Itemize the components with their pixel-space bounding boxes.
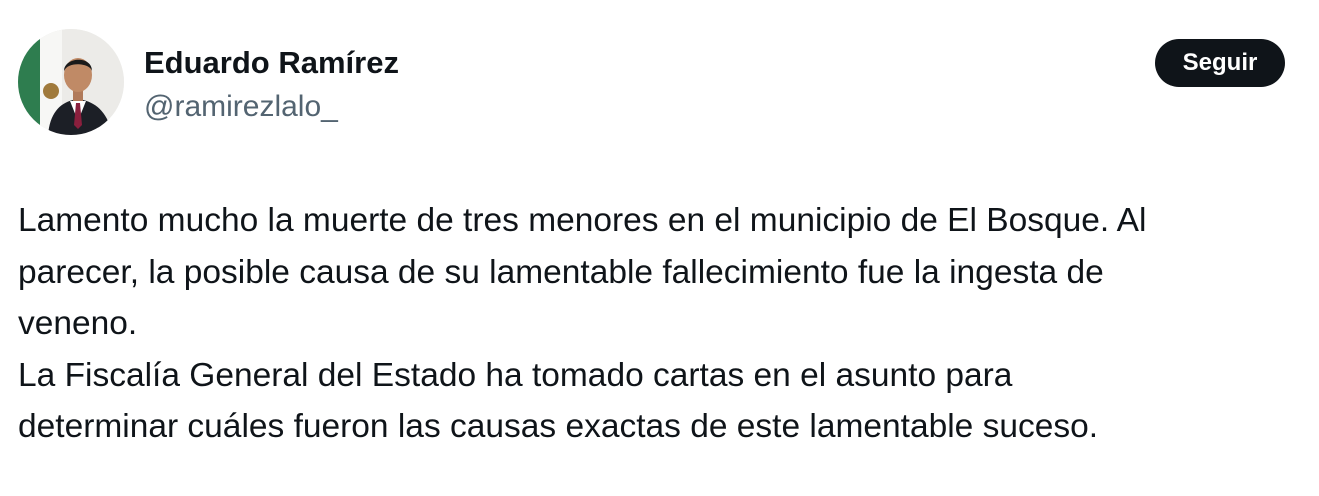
profile-photo-icon: [18, 29, 124, 135]
tweet-text-line: veneno.: [18, 305, 138, 342]
tweet-text-line: Lamento mucho la muerte de tres menores …: [18, 202, 1147, 239]
tweet-text-line: parecer, la posible causa de su lamentab…: [18, 253, 1104, 291]
follow-button[interactable]: Seguir: [1155, 39, 1285, 87]
author-display-name[interactable]: Eduardo Ramírez: [144, 44, 399, 82]
avatar[interactable]: [18, 29, 124, 135]
author-handle[interactable]: @ramirezlalo_: [144, 88, 338, 126]
tweet-text-line: determinar cuáles fueron las causas exac…: [18, 408, 1099, 445]
tweet-text: Lamento mucho la muerte de tres menores …: [18, 195, 1303, 453]
tweet-text-line: La Fiscalía General del Estado ha tomado…: [18, 356, 1013, 394]
